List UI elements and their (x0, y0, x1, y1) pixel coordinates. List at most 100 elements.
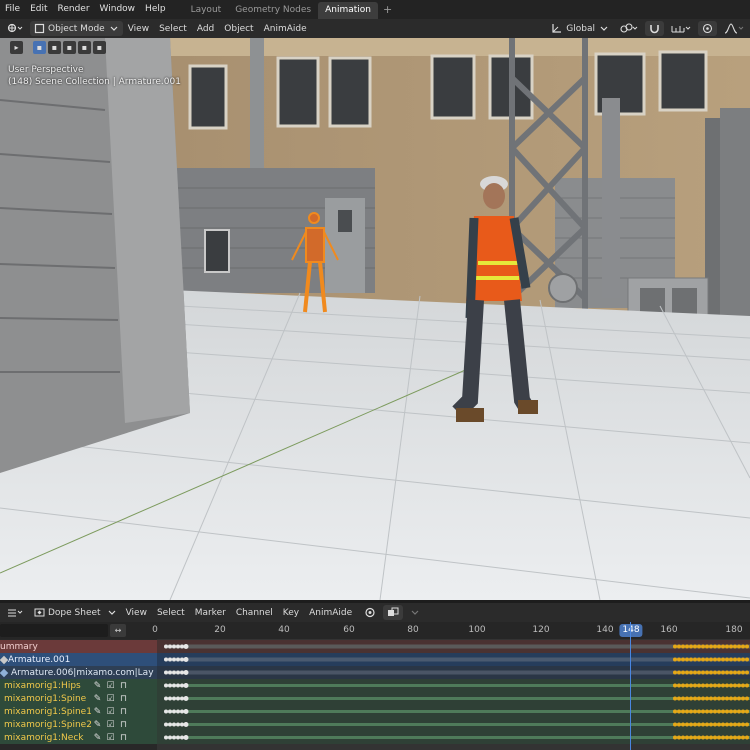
add-workspace-button[interactable]: + (378, 3, 397, 16)
wrench-icon[interactable]: ✎ (91, 681, 104, 691)
viewport-menu-select[interactable]: Select (154, 24, 192, 34)
lock-icon[interactable]: ⊓ (117, 707, 130, 717)
keyframe-track[interactable] (157, 731, 750, 744)
track-row[interactable] (157, 718, 750, 731)
keyframe-track[interactable] (157, 640, 750, 653)
lock-icon[interactable]: ⊓ (117, 733, 130, 743)
channel-summary[interactable]: ummary (0, 640, 157, 653)
menu-file[interactable]: File (0, 0, 25, 19)
channel-bone-neck[interactable]: mixamorig1:Neck ✎ ☑ ⊓ (0, 731, 157, 744)
track-row[interactable] (157, 653, 750, 666)
channel-search-input[interactable] (0, 624, 108, 637)
dopesheet-menu-channel[interactable]: Channel (231, 608, 278, 618)
proportional-edit-icon (702, 23, 713, 34)
select-tool-icon[interactable]: ▸ (10, 41, 23, 54)
filters-dropdown[interactable] (406, 605, 424, 620)
lock-icon[interactable]: ⊓ (117, 720, 130, 730)
menu-edit[interactable]: Edit (25, 0, 52, 19)
frame-label: 180 (725, 625, 743, 635)
checkbox-icon[interactable]: ☑ (104, 720, 117, 730)
keyframe-track[interactable] (157, 705, 750, 718)
keyframe-track[interactable] (157, 653, 750, 666)
dopesheet-mode-dropdown[interactable]: Dope Sheet (30, 605, 121, 620)
select-intersect-mode-icon[interactable]: ▪ (93, 41, 106, 54)
viewport-menu-view[interactable]: View (123, 24, 154, 34)
object-mode-dropdown[interactable]: Object Mode (30, 21, 123, 36)
action-icon (0, 668, 9, 677)
snap-target-button[interactable] (667, 21, 695, 36)
wrench-icon[interactable]: ✎ (91, 694, 104, 704)
pivot-point-button[interactable] (616, 21, 642, 36)
menu-help[interactable]: Help (140, 0, 171, 19)
frame-label: 160 (660, 625, 678, 635)
viewport-tool-row: ▸ ▪ ▪ ▪ ▪ ▪ (10, 41, 106, 54)
track-row[interactable] (157, 679, 750, 692)
select-invert-mode-icon[interactable]: ▪ (78, 41, 91, 54)
track-row[interactable] (157, 666, 750, 679)
select-subtract-mode-icon[interactable]: ▪ (63, 41, 76, 54)
wrench-icon[interactable]: ✎ (91, 707, 104, 717)
tab-animation[interactable]: Animation (318, 2, 378, 19)
proportional-editing-toggle[interactable] (698, 21, 717, 36)
lock-icon[interactable]: ⊓ (117, 681, 130, 691)
channel-label: Armature.006|mixamo.com|Lay (11, 667, 154, 678)
viewport-scene-render[interactable] (0, 38, 750, 600)
tab-layout[interactable]: Layout (184, 2, 229, 19)
keyframe-track[interactable] (157, 679, 750, 692)
show-hidden-toggle[interactable] (383, 605, 404, 620)
menu-window[interactable]: Window (95, 0, 141, 19)
channel-label: mixamorig1:Spine (4, 693, 87, 704)
playhead-line[interactable] (630, 622, 631, 750)
timeline-ruler[interactable]: ↔ 0 20 40 60 80 100 120 140 160 180 148 (0, 622, 750, 639)
checkbox-icon[interactable]: ☑ (104, 707, 117, 717)
track-row[interactable] (157, 731, 750, 744)
keyframe-track[interactable] (157, 666, 750, 679)
dopesheet-menu-select[interactable]: Select (152, 608, 190, 618)
channel-object[interactable]: Armature.001 (0, 653, 157, 666)
channel-bone-spine[interactable]: mixamorig1:Spine ✎ ☑ ⊓ (0, 692, 157, 705)
checkbox-icon[interactable]: ☑ (104, 694, 117, 704)
keyframe-track[interactable] (157, 718, 750, 731)
editor-type-button[interactable] (3, 21, 27, 36)
tab-geometry-nodes[interactable]: Geometry Nodes (228, 2, 318, 19)
keyframe-track[interactable] (157, 692, 750, 705)
transform-orientation-dropdown[interactable]: Global (547, 21, 613, 36)
channel-bone-hips[interactable]: mixamorig1:Hips ✎ ☑ ⊓ (0, 679, 157, 692)
frame-label: 140 (596, 625, 614, 635)
dopesheet-menu-animaide[interactable]: AnimAide (304, 608, 357, 618)
select-box-mode-icon[interactable]: ▪ (33, 41, 46, 54)
wrench-icon[interactable]: ✎ (91, 733, 104, 743)
channel-bone-spine2[interactable]: mixamorig1:Spine2 ✎ ☑ ⊓ (0, 718, 157, 731)
object-data-icon (0, 655, 9, 664)
track-row[interactable] (157, 705, 750, 718)
swap-arrows-icon[interactable]: ↔ (110, 624, 126, 637)
channel-action[interactable]: Armature.006|mixamo.com|Lay (0, 666, 157, 679)
channel-bone-spine1[interactable]: mixamorig1:Spine1 ✎ ☑ ⊓ (0, 705, 157, 718)
dopesheet-editor-type-button[interactable] (3, 605, 27, 620)
3d-viewport[interactable]: ▸ ▪ ▪ ▪ ▪ ▪ User Perspective (148) Scene… (0, 38, 750, 600)
channel-label: ummary (0, 641, 38, 652)
snap-toggle[interactable] (645, 21, 664, 36)
wrench-icon[interactable]: ✎ (91, 720, 104, 730)
viewport-menu-animaide[interactable]: AnimAide (259, 24, 312, 34)
dopesheet-menu-view[interactable]: View (121, 608, 152, 618)
only-show-selected-toggle[interactable] (360, 605, 380, 620)
frame-label: 60 (343, 625, 355, 635)
lock-icon[interactable]: ⊓ (117, 694, 130, 704)
viewport-menu-object[interactable]: Object (219, 24, 258, 34)
select-extend-mode-icon[interactable]: ▪ (48, 41, 61, 54)
keyframe-area[interactable] (157, 639, 750, 750)
viewport-menu-add[interactable]: Add (192, 24, 219, 34)
proportional-falloff-dropdown[interactable] (720, 21, 750, 36)
checkbox-icon[interactable]: ☑ (104, 681, 117, 691)
menu-render[interactable]: Render (53, 0, 95, 19)
dopesheet-menu-key[interactable]: Key (278, 608, 304, 618)
track-row[interactable] (157, 692, 750, 705)
checkbox-icon[interactable]: ☑ (104, 733, 117, 743)
track-row[interactable] (157, 640, 750, 653)
current-frame-indicator[interactable]: 148 (619, 624, 643, 637)
object-mode-label: Object Mode (48, 23, 105, 34)
dopesheet-header: Dope Sheet View Select Marker Channel Ke… (0, 603, 750, 622)
dopesheet-menu-marker[interactable]: Marker (190, 608, 231, 618)
object-mode-icon (34, 23, 45, 34)
